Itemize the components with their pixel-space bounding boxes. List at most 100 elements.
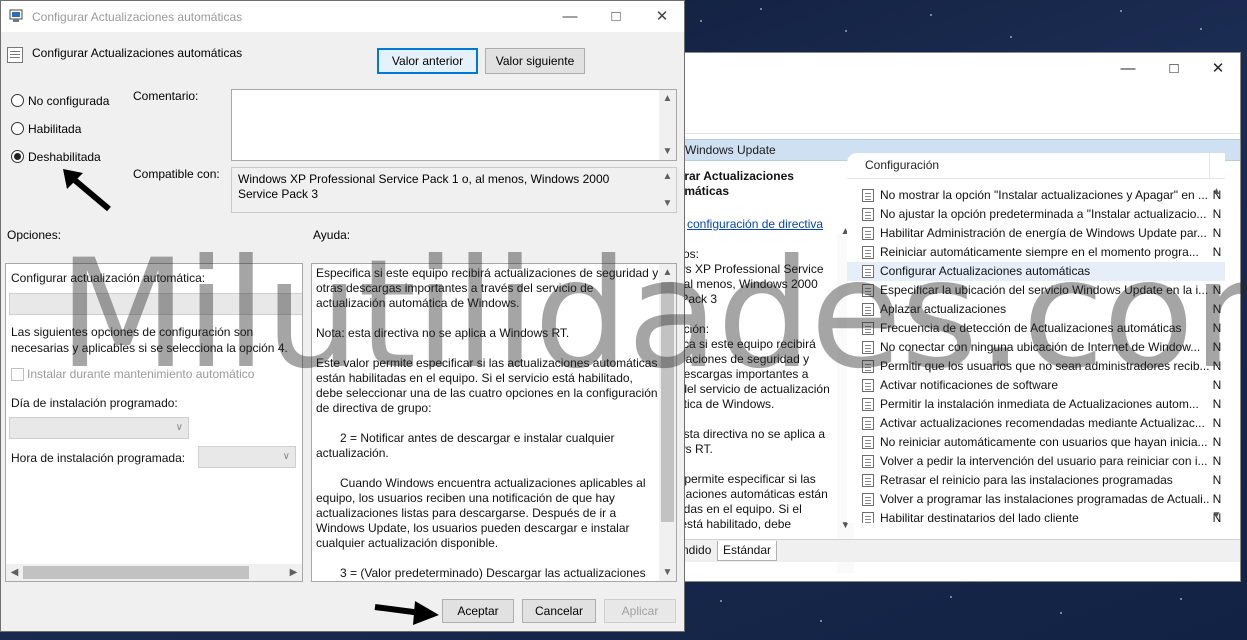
maximize-icon[interactable]: □ [593, 1, 639, 31]
scroll-up-icon[interactable]: ▲ [1208, 183, 1225, 200]
help-panel: Especifica si este equipo recibirá actua… [311, 263, 677, 582]
help-label: Ayuda: [313, 228, 351, 242]
setting-row[interactable]: Configurar Actualizaciones automáticas [847, 262, 1225, 281]
scroll-right-icon[interactable]: ▶ [285, 564, 302, 581]
setting-row[interactable]: Retrasar el reinicio para las instalacio… [847, 471, 1225, 490]
scroll-left-icon[interactable]: ◀ [6, 564, 23, 581]
policy-setting-icon [862, 474, 874, 487]
setting-row-label: No ajustar la opción predeterminada a "I… [880, 207, 1207, 221]
cancel-button[interactable]: Cancelar [522, 599, 596, 623]
setting-row[interactable]: Reiniciar automáticamente siempre en el … [847, 243, 1225, 262]
install-maintenance-label: Instalar durante mantenimiento automátic… [27, 367, 255, 381]
policy-setting-icon [862, 341, 874, 354]
policy-heading: urar Actualizaciones omáticas [677, 169, 794, 198]
options-label: Opciones: [7, 228, 62, 242]
help-paragraph: Cuando Windows encuentra actualizaciones… [316, 476, 646, 550]
setting-row-label: Volver a programar las instalaciones pro… [880, 492, 1213, 506]
scroll-down-icon[interactable]: ▼ [659, 195, 676, 212]
list-scrollbar[interactable]: ▲ ▼ [1208, 183, 1225, 523]
setting-row-label: Habilitar Administración de energía de W… [880, 226, 1207, 240]
supported-on-value: Windows XP Professional Service Pack 1 o… [238, 172, 610, 201]
setting-row[interactable]: No conectar con ninguna ubicación de Int… [847, 338, 1225, 357]
chevron-down-icon: ∨ [282, 451, 290, 462]
next-setting-button[interactable]: Valor siguiente [485, 48, 585, 74]
settings-list: Configuración No mostrar la opción "Inst… [847, 153, 1225, 523]
help-paragraph: 2 = Notificar antes de descargar e insta… [316, 431, 615, 460]
policy-dialog: Configurar Actualizaciones automáticas —… [0, 0, 685, 632]
close-icon[interactable]: ✕ [1195, 53, 1241, 83]
setting-row[interactable]: Activar actualizaciones recomendadas med… [847, 414, 1225, 433]
minimize-icon[interactable]: — [547, 1, 593, 31]
description-more: r permite especificar si las izaciones a… [677, 472, 828, 531]
policy-setting-icon [862, 265, 874, 278]
install-maintenance-checkbox[interactable] [11, 368, 24, 381]
help-paragraph: 3 = (Valor predeterminado) Descargar las… [340, 566, 646, 580]
configure-update-combo[interactable] [9, 293, 302, 315]
dialog-titlebar: Configurar Actualizaciones automáticas —… [1, 1, 684, 32]
scroll-up-icon[interactable]: ▲ [659, 90, 676, 107]
radio-not-configured[interactable] [11, 94, 24, 107]
setting-row[interactable]: Activar notificaciones de software N [847, 376, 1225, 395]
setting-row[interactable]: No reiniciar automáticamente con usuario… [847, 433, 1225, 452]
column-header-setting[interactable]: Configuración [847, 153, 1225, 179]
help-paragraph: Nota: esta directiva no se aplica a Wind… [316, 326, 570, 340]
policy-setting-icon [862, 284, 874, 297]
setting-row-label: Activar actualizaciones recomendadas med… [880, 416, 1205, 430]
setting-row[interactable]: No mostrar la opción "Instalar actualiza… [847, 186, 1225, 205]
scroll-down-icon[interactable]: ▼ [659, 564, 676, 581]
setting-row[interactable]: Especificar la ubicación del servicio Wi… [847, 281, 1225, 300]
options-hscrollbar[interactable]: ◀ ▶ [6, 564, 302, 581]
requirements-text: ws XP Professional Service , al menos, W… [677, 262, 824, 306]
close-icon[interactable]: ✕ [639, 1, 685, 31]
help-paragraph: Este valor permite especificar si las ac… [316, 356, 658, 415]
previous-setting-button[interactable]: Valor anterior [377, 48, 478, 74]
tab-standard[interactable]: Estándar [717, 541, 778, 561]
supported-scrollbar[interactable]: ▲ ▼ [659, 168, 676, 212]
policy-setting-icon [862, 417, 874, 430]
radio-label-not-configured[interactable]: No configurada [28, 94, 109, 108]
scroll-thumb[interactable] [23, 566, 249, 579]
setting-row[interactable]: Permitir la instalación inmediata de Act… [847, 395, 1225, 414]
scroll-up-icon[interactable]: ▲ [659, 264, 676, 281]
policy-setting-icon [862, 246, 874, 259]
ok-button[interactable]: Aceptar [442, 599, 514, 623]
policy-setting-icon [862, 455, 874, 468]
setting-row-label: Retrasar el reinicio para las instalacio… [880, 473, 1173, 487]
help-scrollbar[interactable]: ▲ ▼ [659, 264, 676, 581]
radio-enabled[interactable] [11, 122, 24, 135]
scroll-down-icon[interactable]: ▼ [659, 143, 676, 160]
maximize-icon[interactable]: □ [1151, 53, 1197, 83]
setting-row[interactable]: Frecuencia de detección de Actualizacion… [847, 319, 1225, 338]
radio-label-enabled[interactable]: Habilitada [28, 122, 81, 136]
policy-setting-icon [862, 322, 874, 335]
install-day-combo[interactable]: ∨ [9, 417, 189, 439]
supported-on-box: Windows XP Professional Service Pack 1 o… [231, 167, 677, 213]
setting-row[interactable]: Aplazar actualizaciones N [847, 300, 1225, 319]
radio-disabled[interactable] [11, 150, 24, 163]
apply-button[interactable]: Aplicar [604, 599, 676, 623]
editor-description-pane: urar Actualizaciones omáticas configurac… [677, 163, 847, 543]
install-day-label: Día de instalación programado: [11, 396, 178, 410]
setting-row[interactable]: Permitir que los usuarios que no sean ad… [847, 357, 1225, 376]
setting-row[interactable]: Habilitar destinatarios del lado cliente… [847, 509, 1225, 523]
help-paragraph: Especifica si este equipo recibirá actua… [316, 266, 659, 310]
scroll-thumb[interactable] [661, 282, 674, 522]
install-hour-combo[interactable]: ∨ [198, 446, 296, 468]
minimize-icon[interactable]: — [1105, 53, 1151, 83]
policy-setting-icon [862, 303, 874, 316]
setting-row[interactable]: Habilitar Administración de energía de W… [847, 224, 1225, 243]
setting-row[interactable]: Volver a pedir la intervención del usuar… [847, 452, 1225, 471]
setting-row[interactable]: No ajustar la opción predeterminada a "I… [847, 205, 1225, 224]
scroll-down-icon[interactable]: ▼ [1208, 507, 1225, 524]
supported-label: Compatible con: [133, 167, 220, 181]
install-hour-label: Hora de instalación programada: [11, 451, 186, 465]
radio-label-disabled[interactable]: Deshabilitada [28, 150, 101, 164]
scroll-up-icon[interactable]: ▲ [659, 168, 676, 185]
options-panel: Configurar actualización automática: Las… [5, 263, 303, 582]
column-header-state[interactable] [1209, 153, 1225, 178]
edit-policy-link[interactable]: configuración de directiva [687, 217, 823, 232]
comment-scrollbar[interactable]: ▲ ▼ [659, 90, 676, 160]
setting-row[interactable]: Volver a programar las instalaciones pro… [847, 490, 1225, 509]
comment-textarea[interactable]: ▲ ▼ [231, 89, 677, 161]
policy-setting-icon [862, 227, 874, 240]
